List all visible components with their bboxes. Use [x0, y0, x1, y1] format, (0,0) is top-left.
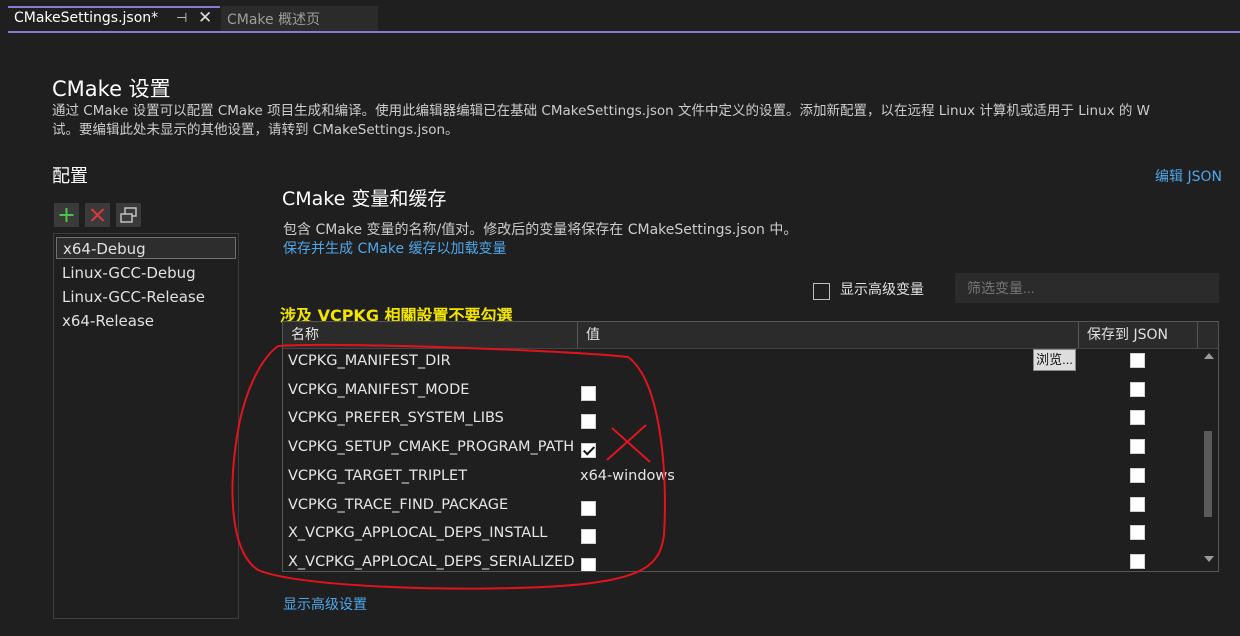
tab-accent-line: [8, 31, 1240, 33]
variables-section-title: CMake 变量和缓存: [282, 188, 447, 210]
column-divider: [1197, 322, 1198, 348]
variable-value-text[interactable]: x64-windows: [580, 465, 675, 487]
variable-value-checkbox[interactable]: [581, 558, 596, 571]
save-to-json-checkbox[interactable]: [1130, 497, 1145, 512]
scrollbar-thumb[interactable]: [1204, 431, 1212, 517]
configuration-item[interactable]: Linux-GCC-Release: [56, 286, 236, 308]
configuration-item[interactable]: x64-Debug: [56, 237, 236, 259]
column-header-name[interactable]: 名称: [283, 322, 577, 348]
variable-name: VCPKG_MANIFEST_MODE: [288, 382, 470, 398]
delete-icon: [90, 208, 105, 222]
save-and-generate-cache-link[interactable]: 保存并生成 CMake 缓存以加载变量: [283, 238, 507, 258]
variable-value-checkbox[interactable]: [581, 414, 596, 429]
table-row: VCPKG_TRACE_FIND_PACKAGE: [283, 494, 1198, 523]
configurations-title: 配置: [52, 166, 88, 187]
configuration-item[interactable]: x64-Release: [56, 310, 236, 332]
column-header-value[interactable]: 值: [578, 322, 1078, 348]
pin-icon[interactable]: ⊣: [176, 11, 187, 26]
tab-label: CMake 概述页: [227, 12, 321, 28]
save-to-json-checkbox[interactable]: [1130, 410, 1145, 425]
delete-configuration-button[interactable]: [85, 203, 110, 227]
copy-icon: [120, 207, 137, 223]
description-line: 试。要编辑此处未显示的其他设置，请转到 CMakeSettings.json。: [52, 122, 459, 138]
tab-label: CMakeSettings.json*: [14, 10, 159, 26]
save-to-json-checkbox[interactable]: [1130, 468, 1145, 483]
variable-name: VCPKG_TARGET_TRIPLET: [288, 468, 468, 484]
table-row: VCPKG_MANIFEST_MODE: [283, 379, 1198, 408]
save-to-json-checkbox[interactable]: [1130, 554, 1145, 569]
save-to-json-checkbox[interactable]: [1130, 382, 1145, 397]
save-to-json-checkbox[interactable]: [1130, 439, 1145, 454]
variable-name: VCPKG_MANIFEST_DIR: [288, 353, 451, 369]
copy-configuration-button[interactable]: [116, 203, 141, 227]
variable-value-checkbox[interactable]: [581, 386, 596, 401]
table-row: X_VCPKG_APPLOCAL_DEPS_INSTALL: [283, 522, 1198, 551]
table-row: VCPKG_MANIFEST_DIR 浏览...: [283, 349, 1198, 379]
variable-name: VCPKG_PREFER_SYSTEM_LIBS: [288, 410, 504, 426]
description-line: 通过 CMake 设置可以配置 CMake 项目生成和编译。使用此编辑器编辑已在…: [52, 103, 1151, 119]
close-icon[interactable]: ✕: [198, 8, 212, 28]
variables-table: 名称 值 保存到 JSON VCPKG_MANIFEST_DIR 浏览... V…: [282, 321, 1219, 572]
table-row: VCPKG_TARGET_TRIPLET x64-windows: [283, 465, 1198, 494]
variables-description: 包含 CMake 变量的名称/值对。修改后的变量将保存在 CMakeSettin…: [283, 222, 798, 238]
scroll-down-arrow-icon[interactable]: [1204, 556, 1214, 562]
table-row: VCPKG_SETUP_CMAKE_PROGRAM_PATH: [283, 436, 1198, 465]
show-advanced-settings-link[interactable]: 显示高级设置: [283, 594, 367, 614]
save-to-json-checkbox[interactable]: [1130, 525, 1145, 540]
show-advanced-variables-label: 显示高级变量: [840, 282, 924, 298]
browse-button[interactable]: 浏览...: [1033, 349, 1076, 371]
column-header-save-to-json[interactable]: 保存到 JSON: [1079, 322, 1197, 348]
table-row: X_VCPKG_APPLOCAL_DEPS_SERIALIZED: [283, 551, 1198, 571]
save-to-json-checkbox[interactable]: [1130, 353, 1145, 368]
configuration-list: x64-Debug Linux-GCC-Debug Linux-GCC-Rele…: [53, 233, 239, 619]
filter-variables-input[interactable]: [955, 273, 1219, 303]
variable-value-checkbox[interactable]: [581, 529, 596, 544]
page-description: 通过 CMake 设置可以配置 CMake 项目生成和编译。使用此编辑器编辑已在…: [52, 102, 1150, 140]
show-advanced-variables-checkbox[interactable]: [813, 283, 830, 300]
table-scrollbar[interactable]: [1200, 349, 1218, 571]
scroll-up-arrow-icon[interactable]: [1204, 353, 1214, 359]
variable-name: X_VCPKG_APPLOCAL_DEPS_INSTALL: [288, 525, 548, 541]
page-title: CMake 设置: [52, 77, 171, 101]
table-header: 名称 值 保存到 JSON: [283, 322, 1218, 349]
configuration-item[interactable]: Linux-GCC-Debug: [56, 262, 236, 284]
variable-name: X_VCPKG_APPLOCAL_DEPS_SERIALIZED: [288, 554, 575, 570]
tab-cmake-overview[interactable]: CMake 概述页: [221, 6, 378, 31]
add-configuration-button[interactable]: [54, 203, 79, 227]
table-row: VCPKG_PREFER_SYSTEM_LIBS: [283, 407, 1198, 436]
edit-json-link[interactable]: 编辑 JSON: [1155, 166, 1222, 186]
variable-name: VCPKG_TRACE_FIND_PACKAGE: [288, 497, 509, 513]
variable-name: VCPKG_SETUP_CMAKE_PROGRAM_PATH: [288, 439, 575, 455]
variable-value-checkbox[interactable]: [581, 443, 596, 458]
tab-cmakesettings-json[interactable]: CMakeSettings.json* ⊣ ✕: [8, 6, 220, 31]
variable-value-checkbox[interactable]: [581, 501, 596, 516]
add-icon: [59, 208, 74, 222]
